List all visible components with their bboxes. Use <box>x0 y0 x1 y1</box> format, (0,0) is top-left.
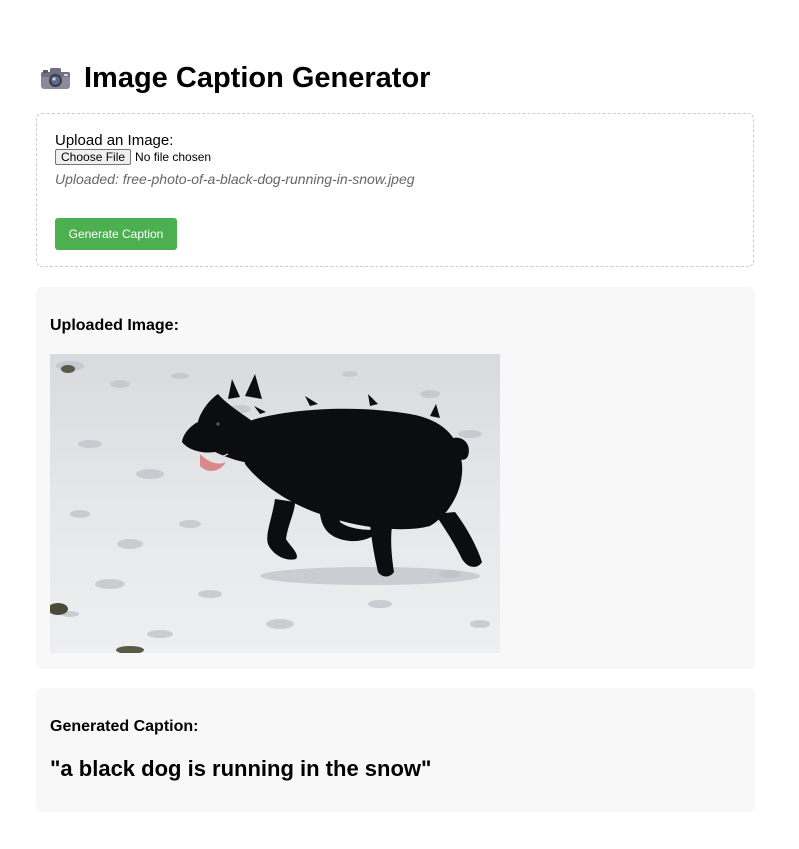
page-title: Image Caption Generator <box>84 62 431 94</box>
generate-caption-button[interactable]: Generate Caption <box>55 218 177 250</box>
file-status-text: No file chosen <box>135 150 212 164</box>
uploaded-image <box>50 354 500 653</box>
uploaded-filename: Uploaded: free-photo-of-a-black-dog-runn… <box>55 171 415 187</box>
choose-file-button[interactable]: Choose File <box>55 149 132 165</box>
uploaded-image-heading: Uploaded Image: <box>50 317 179 334</box>
upload-panel: Upload an Image: Choose File No file cho… <box>36 113 754 267</box>
generated-caption-text: "a black dog is running in the snow" <box>50 756 432 781</box>
camera-icon <box>41 68 70 89</box>
upload-label: Upload an Image: <box>55 132 174 149</box>
generated-caption-card: Generated Caption: "a black dog is runni… <box>36 688 755 812</box>
file-input[interactable]: Choose File No file chosen <box>55 149 211 165</box>
uploaded-image-card: Uploaded Image: <box>36 287 755 669</box>
app-root: Image Caption Generator Upload an Image:… <box>0 0 799 849</box>
generated-caption-heading: Generated Caption: <box>50 718 199 735</box>
header: Image Caption Generator <box>40 58 430 98</box>
